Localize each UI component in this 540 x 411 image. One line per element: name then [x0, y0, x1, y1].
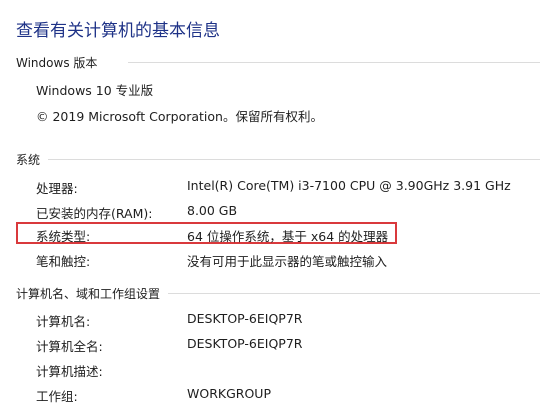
- windows-edition-heading: Windows 版本: [16, 56, 98, 70]
- system-type-value: 64 位操作系统，基于 x64 的处理器: [187, 229, 389, 244]
- full-computer-name-label: 计算机全名:: [36, 339, 103, 354]
- pen-touch-label: 笔和触控:: [36, 254, 91, 269]
- computer-name-value: DESKTOP-6EIQP7R: [187, 311, 303, 326]
- computer-description-label: 计算机描述:: [36, 364, 103, 379]
- windows-copyright: © 2019 Microsoft Corporation。保留所有权利。: [36, 109, 323, 124]
- pen-touch-value: 没有可用于此显示器的笔或触控输入: [187, 254, 388, 269]
- ram-value: 8.00 GB: [187, 203, 238, 218]
- windows-edition-name: Windows 10 专业版: [36, 83, 154, 98]
- computer-name-heading: 计算机名、域和工作组设置: [16, 287, 161, 301]
- windows-edition-divider: [128, 62, 540, 63]
- page-title: 查看有关计算机的基本信息: [16, 21, 220, 41]
- computer-name-label: 计算机名:: [36, 314, 91, 329]
- system-divider: [48, 159, 540, 160]
- system-type-label: 系统类型:: [36, 229, 91, 244]
- workgroup-label: 工作组:: [36, 389, 78, 404]
- computer-name-divider: [168, 293, 540, 294]
- processor-label: 处理器:: [36, 181, 78, 196]
- ram-label: 已安装的内存(RAM):: [36, 206, 153, 221]
- full-computer-name-value: DESKTOP-6EIQP7R: [187, 336, 303, 351]
- system-heading: 系统: [16, 153, 41, 167]
- workgroup-value: WORKGROUP: [187, 386, 271, 401]
- processor-value: Intel(R) Core(TM) i3-7100 CPU @ 3.90GHz …: [187, 178, 511, 193]
